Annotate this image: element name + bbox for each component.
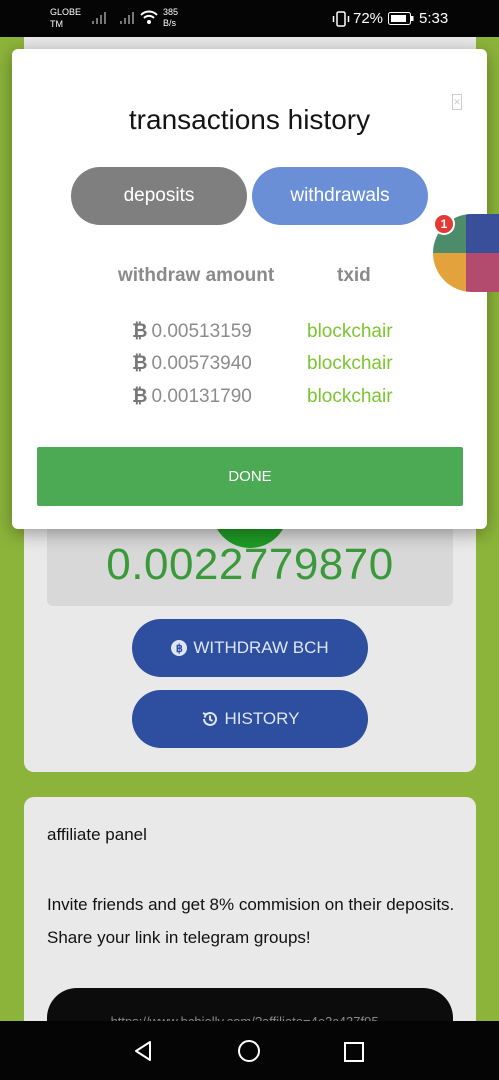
affiliate-description: Invite friends and get 8% commision on t… xyxy=(47,895,455,947)
history-button[interactable]: HISTORY xyxy=(132,690,368,748)
txid-link[interactable]: blockchair xyxy=(307,386,393,408)
carrier-line2: TM xyxy=(50,19,63,29)
table-row: ₿ 0.00131790 blockchair xyxy=(12,386,487,416)
txid-link[interactable]: blockchair xyxy=(307,353,393,375)
balance-value: 0.0022779870 xyxy=(106,540,394,589)
bitcoin-icon: ฿ xyxy=(171,640,188,656)
network-speed: 385 B/s xyxy=(163,7,178,29)
tx-amount-value: 0.00513159 xyxy=(151,321,252,342)
notification-badge: 1 xyxy=(433,213,455,235)
history-icon xyxy=(202,711,217,726)
signal-icon xyxy=(120,12,134,24)
status-bar: GLOBE TM 385 B/s 72% 5:33 xyxy=(0,0,499,37)
affiliate-title: affiliate panel xyxy=(47,825,147,844)
navigation-bar xyxy=(0,1021,499,1080)
wifi-icon xyxy=(140,10,158,24)
battery-icon xyxy=(388,12,414,25)
withdraw-bch-button[interactable]: ฿ WITHDRAW BCH xyxy=(132,619,368,677)
bitcoin-icon: ₿ xyxy=(132,386,148,407)
recents-icon[interactable] xyxy=(343,1041,365,1063)
tx-amount-value: 0.00573940 xyxy=(151,353,252,374)
battery-percent: 72% xyxy=(353,10,384,27)
speed-value: 385 xyxy=(163,7,179,17)
carrier-label: GLOBE TM xyxy=(50,6,90,30)
speed-unit: B/s xyxy=(163,18,177,28)
done-button[interactable]: DONE xyxy=(37,447,463,506)
table-row: ₿ 0.00513159 blockchair xyxy=(12,321,487,351)
table-row: ₿ 0.00573940 blockchair xyxy=(12,353,487,383)
carrier-line1: GLOBE xyxy=(50,7,82,17)
column-header-amount: withdraw amount xyxy=(118,265,275,286)
back-icon[interactable] xyxy=(132,1039,154,1063)
column-header-txid: txid xyxy=(337,265,371,286)
tab-deposits[interactable]: deposits xyxy=(71,167,247,225)
home-icon[interactable] xyxy=(237,1039,261,1063)
txid-link[interactable]: blockchair xyxy=(307,321,393,343)
tab-withdrawals[interactable]: withdrawals xyxy=(252,167,428,225)
bitcoin-icon: ₿ xyxy=(132,321,148,342)
tx-amount-value: 0.00131790 xyxy=(151,386,252,407)
history-label: HISTORY xyxy=(224,709,300,728)
tx-amount: ₿ 0.00513159 xyxy=(132,321,252,343)
tx-amount: ₿ 0.00131790 xyxy=(132,386,252,408)
bitcoin-icon: ₿ xyxy=(132,353,148,374)
signal-icon xyxy=(92,12,106,24)
vibrate-icon xyxy=(332,11,350,27)
modal-title: transactions history xyxy=(128,104,371,135)
transactions-history-modal: ✕ transactions history deposits withdraw… xyxy=(12,49,487,529)
tx-amount: ₿ 0.00573940 xyxy=(132,353,252,375)
withdraw-bch-label: WITHDRAW BCH xyxy=(193,638,329,657)
clock: 5:33 xyxy=(419,10,449,27)
